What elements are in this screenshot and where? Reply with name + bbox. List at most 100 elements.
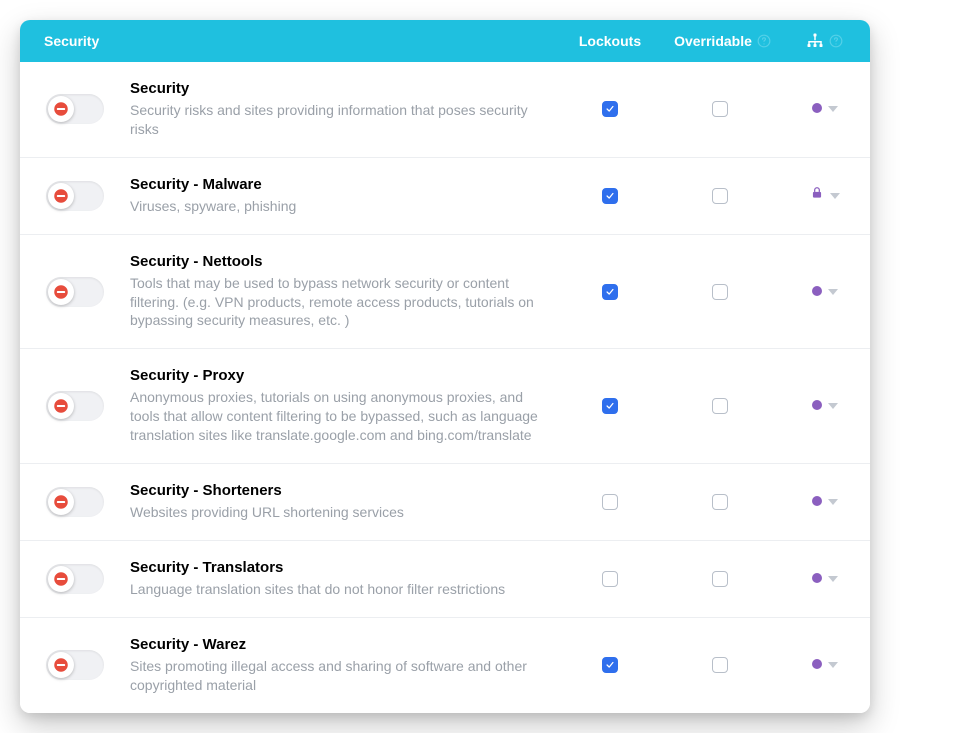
header-lockouts-label: Lockouts <box>560 33 660 49</box>
chevron-down-icon[interactable] <box>830 193 840 199</box>
action-column <box>780 493 870 511</box>
header-title: Security <box>20 33 210 49</box>
chevron-down-icon[interactable] <box>828 662 838 668</box>
action-column <box>780 656 870 674</box>
action-column <box>780 186 870 205</box>
block-icon <box>48 566 74 592</box>
header-action-col <box>780 32 870 50</box>
overridable-column <box>660 657 780 673</box>
category-text: Security - Malware Viruses, spyware, phis… <box>130 176 560 216</box>
block-toggle[interactable] <box>46 277 104 307</box>
category-title: Security - Shorteners <box>130 482 548 499</box>
lockout-checkbox[interactable] <box>602 284 618 300</box>
category-list: SecuritySecurity risks and sites providi… <box>20 62 870 713</box>
block-toggle[interactable] <box>46 650 104 680</box>
chevron-down-icon[interactable] <box>828 289 838 295</box>
category-description: Tools that may be used to bypass network… <box>130 274 548 331</box>
header-overridable-label: Overridable <box>674 33 752 49</box>
lockout-column <box>560 188 660 204</box>
block-toggle[interactable] <box>46 564 104 594</box>
action-column <box>780 397 870 415</box>
category-row: Security - Shorteners Websites providing … <box>20 464 870 541</box>
security-panel: Security Lockouts Overridable SecuritySe… <box>20 20 870 713</box>
action-column <box>780 100 870 118</box>
overridable-checkbox[interactable] <box>712 101 728 117</box>
block-icon <box>48 393 74 419</box>
overridable-column <box>660 494 780 510</box>
category-title: Security - Warez <box>130 636 548 653</box>
overridable-checkbox[interactable] <box>712 284 728 300</box>
category-text: Security - Shorteners Websites providing … <box>130 482 560 522</box>
category-row: Security - Translators Language translati… <box>20 541 870 618</box>
category-title: Security <box>130 80 548 97</box>
header-overridable-col: Overridable <box>660 33 780 49</box>
block-toggle[interactable] <box>46 391 104 421</box>
category-text: Security - Warez Sites promoting illegal … <box>130 636 560 695</box>
category-text: Security - Translators Language translati… <box>130 559 560 599</box>
category-description: Viruses, spyware, phishing <box>130 197 548 216</box>
status-dot-icon[interactable] <box>812 100 822 118</box>
toggle-column <box>20 487 130 517</box>
panel-header: Security Lockouts Overridable <box>20 20 870 62</box>
lockout-checkbox[interactable] <box>602 398 618 414</box>
block-toggle[interactable] <box>46 181 104 211</box>
block-icon <box>48 96 74 122</box>
category-description: Anonymous proxies, tutorials on using an… <box>130 388 548 445</box>
overridable-checkbox[interactable] <box>712 398 728 414</box>
category-row: Security - Warez Sites promoting illegal … <box>20 618 870 713</box>
category-title: Security - Nettools <box>130 253 548 270</box>
status-dot-icon[interactable] <box>812 656 822 674</box>
status-dot-icon[interactable] <box>812 493 822 511</box>
chevron-down-icon[interactable] <box>828 499 838 505</box>
lockout-column <box>560 657 660 673</box>
lockout-checkbox[interactable] <box>602 101 618 117</box>
lockout-column <box>560 571 660 587</box>
overridable-column <box>660 188 780 204</box>
overridable-column <box>660 398 780 414</box>
lockout-checkbox[interactable] <box>602 494 618 510</box>
toggle-column <box>20 94 130 124</box>
overridable-checkbox[interactable] <box>712 657 728 673</box>
overridable-checkbox[interactable] <box>712 494 728 510</box>
category-title: Security - Malware <box>130 176 548 193</box>
status-dot-icon[interactable] <box>812 397 822 415</box>
lockout-column <box>560 101 660 117</box>
category-description: Language translation sites that do not h… <box>130 580 548 599</box>
block-icon <box>48 652 74 678</box>
action-column <box>780 283 870 301</box>
category-row: Security - Malware Viruses, spyware, phis… <box>20 158 870 235</box>
category-title: Security - Translators <box>130 559 548 576</box>
lockout-column <box>560 284 660 300</box>
category-row: Security - ProxyAnonymous proxies, tutor… <box>20 349 870 464</box>
overridable-column <box>660 571 780 587</box>
lockout-checkbox[interactable] <box>602 571 618 587</box>
help-icon[interactable] <box>756 33 772 49</box>
category-description: Websites providing URL shortening servic… <box>130 503 548 522</box>
chevron-down-icon[interactable] <box>828 106 838 112</box>
status-dot-icon[interactable] <box>812 283 822 301</box>
lockout-column <box>560 494 660 510</box>
block-toggle[interactable] <box>46 487 104 517</box>
toggle-column <box>20 650 130 680</box>
overridable-checkbox[interactable] <box>712 188 728 204</box>
category-text: SecuritySecurity risks and sites providi… <box>130 80 560 139</box>
overridable-checkbox[interactable] <box>712 571 728 587</box>
lockout-column <box>560 398 660 414</box>
category-text: Security - Nettools Tools that may be use… <box>130 253 560 331</box>
status-dot-icon[interactable] <box>812 570 822 588</box>
category-row: Security - Nettools Tools that may be use… <box>20 235 870 350</box>
toggle-column <box>20 181 130 211</box>
block-icon <box>48 279 74 305</box>
help-icon[interactable] <box>828 33 844 49</box>
lockout-checkbox[interactable] <box>602 657 618 673</box>
block-icon <box>48 183 74 209</box>
sitemap-icon[interactable] <box>806 32 824 50</box>
lockout-checkbox[interactable] <box>602 188 618 204</box>
category-text: Security - ProxyAnonymous proxies, tutor… <box>130 367 560 445</box>
chevron-down-icon[interactable] <box>828 576 838 582</box>
block-toggle[interactable] <box>46 94 104 124</box>
lock-icon[interactable] <box>810 186 824 205</box>
category-description: Sites promoting illegal access and shari… <box>130 657 548 695</box>
overridable-column <box>660 101 780 117</box>
chevron-down-icon[interactable] <box>828 403 838 409</box>
